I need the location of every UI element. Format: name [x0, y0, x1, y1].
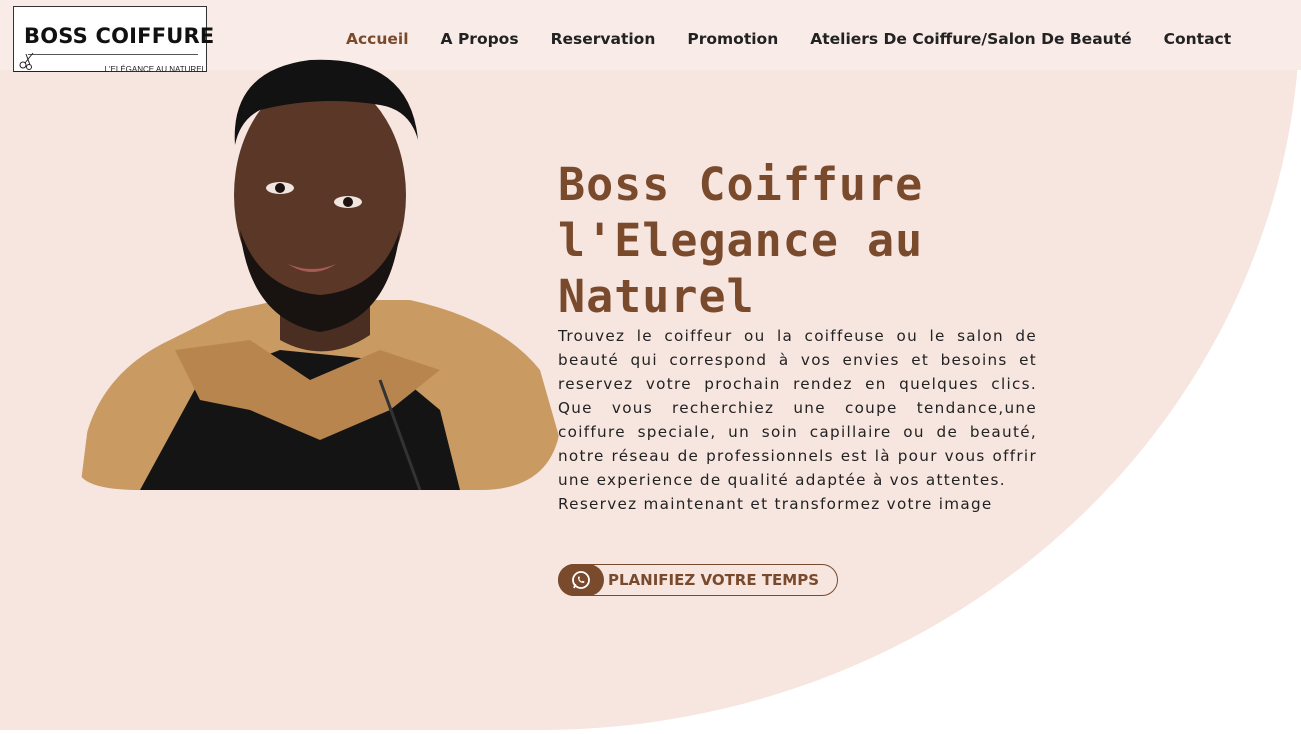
nav-item-ateliers[interactable]: Ateliers De Coiffure/Salon De Beauté	[794, 30, 1147, 48]
plan-time-label: PLANIFIEZ VOTRE TEMPS	[608, 571, 820, 589]
cta-icon-wrap	[558, 564, 604, 596]
main-nav: Accueil A Propos Reservation Promotion A…	[330, 30, 1247, 48]
hero-portrait-image	[80, 59, 560, 490]
hero-description: Trouvez le coiffeur ou la coiffeuse ou l…	[558, 324, 1037, 516]
hero-description-text: Trouvez le coiffeur ou la coiffeuse ou l…	[558, 327, 1037, 489]
scissors-icon	[19, 52, 34, 70]
nav-item-contact[interactable]: Contact	[1148, 30, 1248, 48]
plan-time-button[interactable]: PLANIFIEZ VOTRE TEMPS	[558, 564, 838, 596]
whatsapp-icon	[572, 571, 590, 589]
nav-item-reservation[interactable]: Reservation	[535, 30, 672, 48]
hero-headline: Boss Coiffure l'Elegance au Naturel	[558, 158, 924, 323]
nav-item-promotion[interactable]: Promotion	[671, 30, 794, 48]
nav-item-accueil[interactable]: Accueil	[330, 30, 425, 48]
hero-description-cta-text: Reservez maintenant et transformez votre…	[558, 495, 993, 513]
nav-item-a-propos[interactable]: A Propos	[425, 30, 535, 48]
brand-name: BOSS COIFFURE	[24, 24, 215, 48]
